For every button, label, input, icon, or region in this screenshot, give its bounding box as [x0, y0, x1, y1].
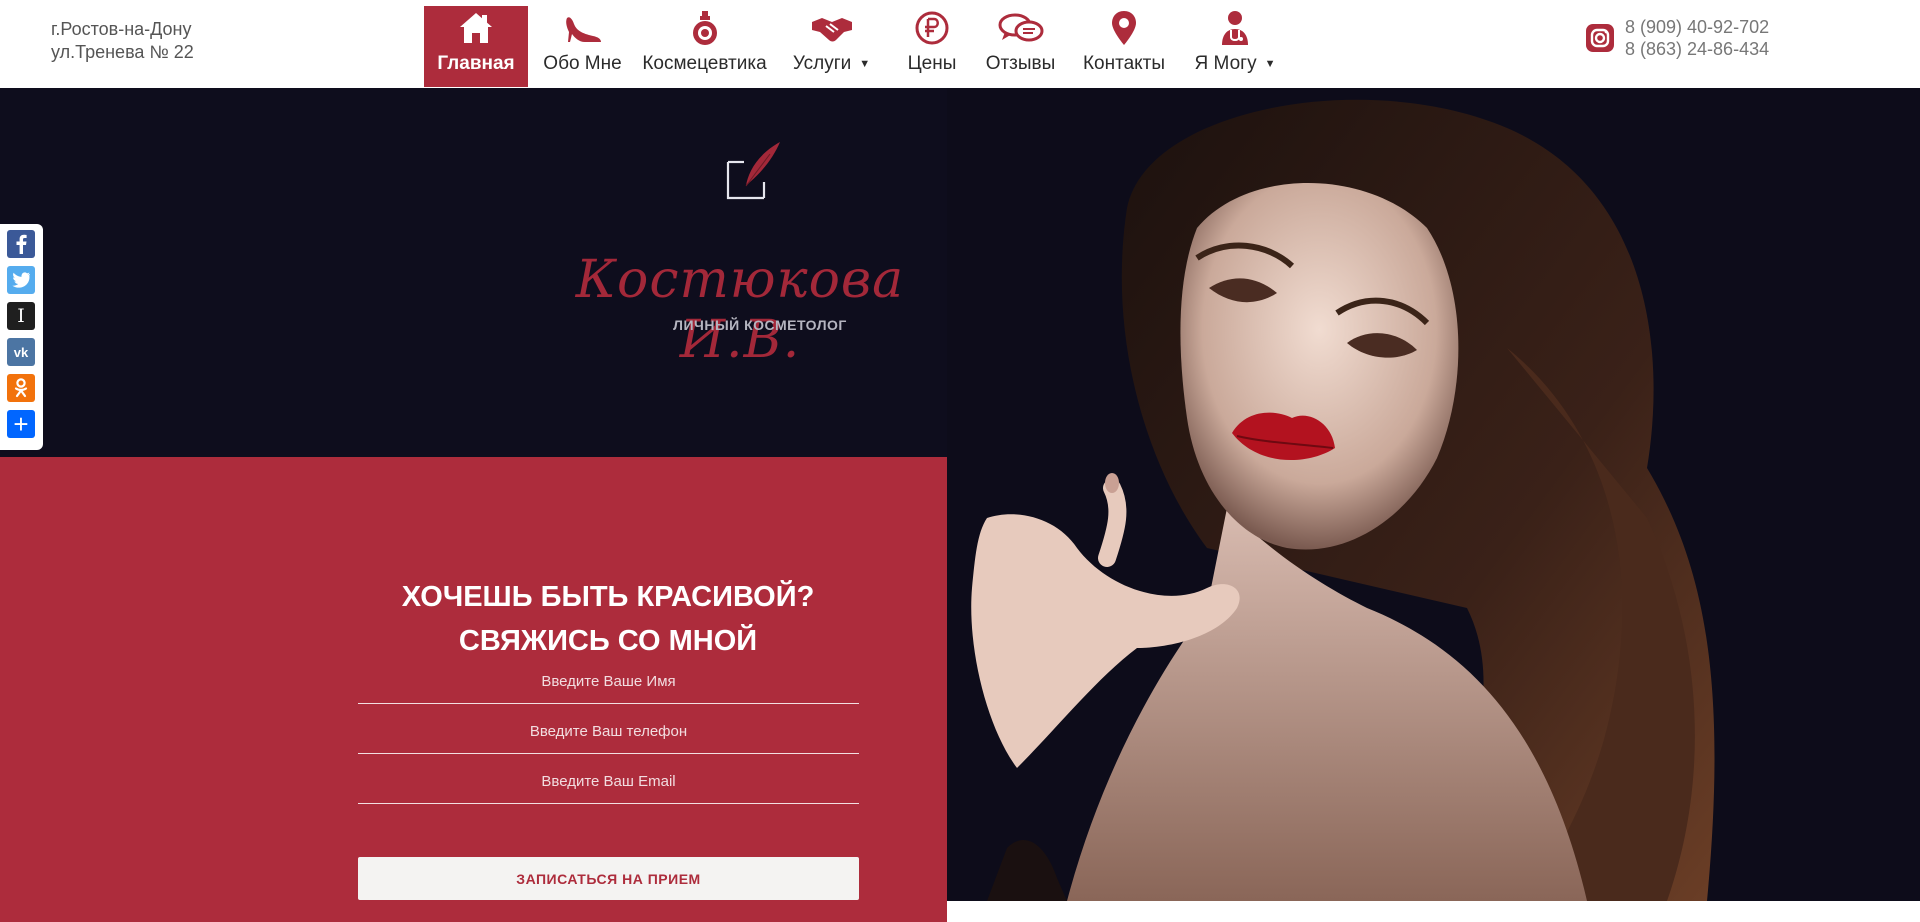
nav-item-cosmeceutics[interactable]: Космецевтика [637, 6, 772, 87]
nav-label-reviews: Отзывы [985, 53, 1056, 74]
perfume-bottle-icon [689, 8, 721, 48]
chevron-down-icon: ▼ [1264, 58, 1276, 70]
hero-section: Костюкова И.В. ЛИЧНЫЙ КОСМЕТОЛОГ ХОЧЕШЬ … [0, 88, 1920, 922]
map-pin-icon [1110, 8, 1138, 48]
nav-item-contacts[interactable]: Контакты [1068, 6, 1180, 87]
contact-form-panel: ХОЧЕШЬ БЫТЬ КРАСИВОЙ? СВЯЖИСЬ СО МНОЙ ЗА… [0, 457, 947, 922]
nav-item-services[interactable]: Услуги ▼ [772, 6, 891, 87]
nav-label-i-can: Я Могу ▼ [1194, 53, 1276, 74]
nav-item-home[interactable]: Главная [424, 6, 528, 87]
address-city: г.Ростов-на-Дону [51, 19, 192, 39]
high-heel-icon [563, 8, 603, 48]
form-title-line2: СВЯЖИСЬ СО МНОЙ [458, 625, 758, 657]
main-nav: Главная Обо Мне Космецевтика Услуги ▼ Цен… [424, 6, 1290, 87]
twitter-icon[interactable] [7, 266, 35, 294]
ruble-coin-icon [914, 8, 950, 48]
nav-label-cosmeceutics: Космецевтика [642, 53, 767, 74]
white-strip [947, 901, 1920, 922]
woman-portrait-photo [947, 88, 1920, 901]
book-appointment-button[interactable]: ЗАПИСАТЬСЯ НА ПРИЕМ [358, 857, 859, 900]
form-title: ХОЧЕШЬ БЫТЬ КРАСИВОЙ? СВЯЖИСЬ СО МНОЙ [358, 575, 858, 663]
phone-field[interactable] [358, 710, 859, 754]
nav-item-reviews[interactable]: Отзывы [973, 6, 1068, 87]
phone-mobile[interactable]: 8 (909) 40-92-702 [1625, 16, 1769, 38]
form-title-line1: ХОЧЕШЬ БЫТЬ КРАСИВОЙ? [401, 581, 815, 613]
site-header: г.Ростов-на-Дону ул.Тренева № 22 Главная… [0, 0, 1920, 88]
vk-icon[interactable]: vk [7, 338, 35, 366]
brand-name: Костюкова И.В. [575, 250, 905, 370]
address: г.Ростов-на-Дону ул.Тренева № 22 [51, 18, 194, 64]
nav-label-home: Главная [437, 53, 515, 74]
quill-frame-logo-icon [726, 142, 780, 200]
facebook-icon[interactable] [7, 230, 35, 258]
nav-item-i-can[interactable]: Я Могу ▼ [1180, 6, 1290, 87]
name-field[interactable] [358, 660, 859, 704]
phone-landline[interactable]: 8 (863) 24-86-434 [1625, 38, 1769, 60]
brand-subtitle: ЛИЧНЫЙ КОСМЕТОЛОГ [673, 317, 847, 333]
address-street: ул.Тренева № 22 [51, 42, 194, 62]
chevron-down-icon: ▼ [859, 58, 871, 70]
share-more-icon[interactable]: + [7, 409, 35, 439]
handshake-icon [810, 8, 854, 48]
phone-numbers: 8 (909) 40-92-702 8 (863) 24-86-434 [1625, 16, 1769, 60]
nav-label-services: Услуги ▼ [792, 53, 871, 74]
speech-bubbles-icon [997, 8, 1045, 48]
social-share-bar: I vk + [0, 224, 43, 450]
home-icon [458, 8, 494, 48]
odnoklassniki-icon[interactable] [7, 374, 35, 402]
instapaper-icon[interactable]: I [7, 302, 35, 330]
nav-label-contacts: Контакты [1082, 53, 1166, 74]
nav-label-about: Обо Мне [543, 53, 622, 74]
email-field[interactable] [358, 760, 859, 804]
doctor-icon [1219, 8, 1251, 48]
nav-item-prices[interactable]: Цены [891, 6, 973, 87]
instagram-icon[interactable] [1585, 23, 1615, 53]
nav-item-about[interactable]: Обо Мне [528, 6, 637, 87]
nav-label-prices: Цены [907, 53, 957, 74]
header-contacts: 8 (909) 40-92-702 8 (863) 24-86-434 [1585, 16, 1769, 60]
